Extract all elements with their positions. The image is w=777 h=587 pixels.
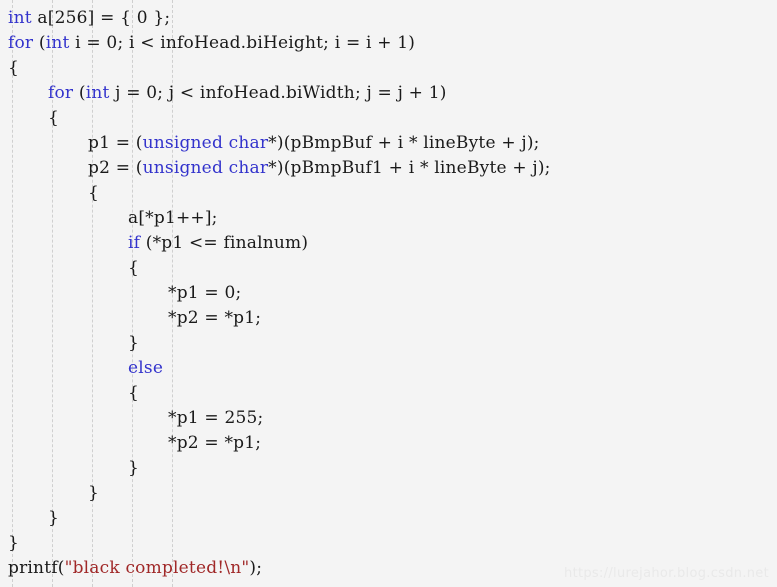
code-line: } — [0, 456, 777, 481]
code-token-plain: *p2 = *p1; — [168, 433, 262, 453]
code-token-plain: *p1 = 0; — [168, 283, 242, 303]
code-token-plain: p2 = ( — [88, 158, 143, 178]
code-token-str: "black completed!\n" — [64, 558, 250, 578]
code-line: *p1 = 0; — [0, 281, 777, 306]
code-line: *p2 = *p1; — [0, 431, 777, 456]
code-line: *p2 = *p1; — [0, 306, 777, 331]
code-token-plain: i = 0; i < infoHead.biHeight; i = i + 1) — [69, 33, 416, 53]
code-token-kw: unsigned char — [142, 158, 269, 178]
code-token-kw: else — [128, 358, 164, 378]
code-line: p2 = (unsigned char*)(pBmpBuf1 + i * lin… — [0, 156, 777, 181]
code-token-kw: for — [48, 83, 74, 103]
code-token-plain: } — [128, 458, 140, 478]
code-line: *p1 = 255; — [0, 406, 777, 431]
code-line: p1 = (unsigned char*)(pBmpBuf + i * line… — [0, 131, 777, 156]
code-line: } — [0, 331, 777, 356]
code-token-plain: *p2 = *p1; — [168, 308, 262, 328]
code-token-plain: { — [88, 183, 100, 203]
code-screenshot: int a[256] = { 0 }; for (int i = 0; i < i… — [0, 0, 777, 587]
code-line: } — [0, 506, 777, 531]
code-token-plain: } — [48, 508, 60, 528]
code-token-kw: int — [8, 8, 32, 28]
code-line: if (*p1 <= finalnum) — [0, 231, 777, 256]
code-token-plain: printf( — [8, 558, 65, 578]
code-token-plain: { — [128, 258, 140, 278]
code-line: { — [0, 181, 777, 206]
code-token-plain: ( — [33, 33, 46, 53]
code-token-kw: if — [128, 233, 141, 253]
code-token-plain: (*p1 <= finalnum) — [140, 233, 309, 253]
code-token-plain: a[*p1++]; — [128, 208, 218, 228]
code-token-plain: { — [128, 383, 140, 403]
code-line: { — [0, 256, 777, 281]
code-block: int a[256] = { 0 }; for (int i = 0; i < i… — [0, 0, 777, 581]
code-line: for (int i = 0; i < infoHead.biHeight; i… — [0, 31, 777, 56]
code-line: a[*p1++]; — [0, 206, 777, 231]
code-line: else — [0, 356, 777, 381]
code-line: { — [0, 381, 777, 406]
code-token-plain: { — [8, 58, 20, 78]
code-line: } — [0, 481, 777, 506]
code-line: for (int j = 0; j < infoHead.biWidth; j … — [0, 81, 777, 106]
code-token-plain: ); — [249, 558, 263, 578]
code-token-plain: ( — [73, 83, 86, 103]
code-token-plain: a[256] = { 0 }; — [31, 8, 171, 28]
code-token-plain: } — [8, 533, 20, 553]
code-token-plain: } — [88, 483, 100, 503]
code-token-plain: j = 0; j < infoHead.biWidth; j = j + 1) — [109, 83, 447, 103]
code-token-plain: *)(pBmpBuf + i * lineByte + j); — [268, 133, 540, 153]
code-token-plain: } — [128, 333, 140, 353]
code-line: int a[256] = { 0 }; — [0, 6, 777, 31]
code-line: { — [0, 56, 777, 81]
code-token-kw: int — [45, 33, 70, 53]
code-token-plain: *p1 = 255; — [168, 408, 264, 428]
watermark-url: https://lurejahor.blog.csdn.net — [564, 566, 769, 581]
code-line: } — [0, 531, 777, 556]
code-token-plain: { — [48, 108, 60, 128]
code-token-kw: for — [8, 33, 34, 53]
code-token-plain: p1 = ( — [88, 133, 143, 153]
code-line: { — [0, 106, 777, 131]
code-token-plain: *)(pBmpBuf1 + i * lineByte + j); — [268, 158, 551, 178]
code-token-kw: int — [85, 83, 110, 103]
code-token-kw: unsigned char — [142, 133, 269, 153]
